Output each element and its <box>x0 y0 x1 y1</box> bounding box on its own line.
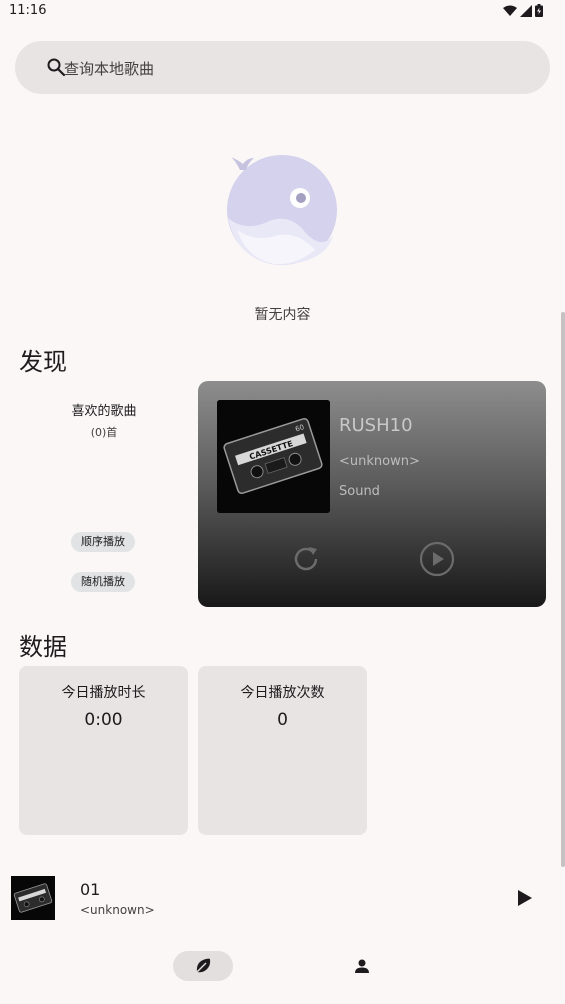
play-time-value: 0:00 <box>84 710 123 730</box>
favorites-count: (0)首 <box>90 426 118 439</box>
sequential-play-chip[interactable]: 顺序播放 <box>71 532 135 552</box>
battery-icon <box>535 4 543 17</box>
status-bar: 11:16 <box>0 0 565 24</box>
status-icons <box>503 4 543 17</box>
play-icon[interactable] <box>512 886 536 910</box>
play-count-label: 今日播放次数 <box>240 685 325 701</box>
whale-illustration-icon <box>227 155 337 265</box>
card-song-artist: <unknown> <box>339 454 420 469</box>
album-art: CASSETTE 60 <box>217 400 330 513</box>
search-input[interactable]: 查询本地歌曲 <box>64 58 154 79</box>
person-icon <box>355 959 369 973</box>
repeat-icon <box>294 547 318 571</box>
nav-profile-tab[interactable] <box>347 951 377 981</box>
leaf-icon <box>196 958 211 973</box>
mini-player[interactable]: 01 <unknown> <box>0 868 565 928</box>
play-count-value: 0 <box>277 710 288 730</box>
wifi-icon <box>503 5 517 16</box>
mini-cassette-icon <box>11 876 55 920</box>
mini-song-title: 01 <box>80 880 101 899</box>
status-time: 11:16 <box>9 3 47 18</box>
play-circle-icon <box>419 541 455 577</box>
repeat-button[interactable] <box>288 541 324 577</box>
player-card[interactable]: CASSETTE 60 RUSH10 <unknown> Sound <box>198 381 546 607</box>
search-icon <box>47 58 66 77</box>
play-time-card[interactable]: 今日播放时长 0:00 <box>19 666 188 835</box>
play-time-label: 今日播放时长 <box>61 685 146 701</box>
signal-icon <box>520 4 532 17</box>
mini-song-artist: <unknown> <box>80 903 155 917</box>
bottom-nav <box>0 940 565 1004</box>
mini-album-art <box>11 876 55 920</box>
card-play-button[interactable] <box>419 541 455 577</box>
empty-state-text: 暂无内容 <box>254 307 311 323</box>
favorites-title[interactable]: 喜欢的歌曲 <box>19 400 189 419</box>
discover-title: 发现 <box>19 348 67 376</box>
search-bar[interactable]: 查询本地歌曲 <box>15 41 550 94</box>
nav-home-tab[interactable] <box>173 951 233 981</box>
cassette-art-icon: CASSETTE 60 <box>217 400 330 513</box>
shuffle-play-chip[interactable]: 随机播放 <box>71 572 135 592</box>
card-song-title: RUSH10 <box>339 415 413 436</box>
scrollbar[interactable] <box>561 312 565 867</box>
stats-title: 数据 <box>19 633 67 661</box>
card-song-album: Sound <box>339 484 380 499</box>
play-count-card[interactable]: 今日播放次数 0 <box>198 666 367 835</box>
